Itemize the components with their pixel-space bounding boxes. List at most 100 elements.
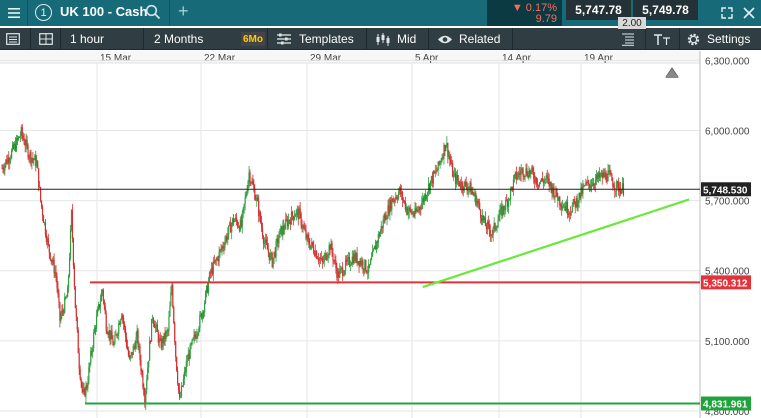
candle-body (571, 205, 573, 213)
candle-body (522, 168, 524, 177)
candle-body (15, 138, 18, 151)
x-tick-label: 5 Apr (415, 53, 439, 64)
candle-body (605, 172, 607, 181)
top-bar: 1 UK 100 - Cash + ▼ 0.17% 9.79 5,747.78 … (0, 0, 761, 29)
candle-body (177, 370, 179, 384)
candles-icon[interactable] (375, 28, 391, 50)
candle-body (205, 291, 207, 303)
candle-body (335, 260, 337, 269)
candle-body (57, 287, 59, 294)
candle-body (509, 188, 512, 200)
candle-body (547, 177, 549, 179)
candle-body (299, 208, 301, 214)
candle-body (362, 260, 364, 269)
plus-icon[interactable]: + (178, 1, 189, 22)
candle-body (610, 173, 612, 175)
candle-body (262, 236, 265, 244)
separator (143, 28, 144, 50)
candle-body (172, 285, 174, 307)
candle-body (139, 346, 141, 361)
candle-body (468, 186, 470, 189)
list-view-icon[interactable] (621, 28, 635, 50)
panel-icon[interactable] (6, 28, 20, 50)
candle-body (326, 257, 328, 260)
candle-body (407, 211, 409, 215)
candle-body (173, 306, 175, 324)
eye-icon[interactable] (437, 28, 453, 50)
templates-icon[interactable] (276, 28, 292, 50)
spread-badge: 2.00 (618, 17, 646, 29)
candle-body (4, 164, 6, 171)
gear-icon[interactable] (686, 28, 701, 50)
candle-body (168, 316, 170, 331)
candle-body (152, 318, 155, 324)
hamburger-icon[interactable] (0, 0, 28, 26)
candle-body (303, 225, 305, 229)
candle-body (69, 229, 72, 258)
close-icon[interactable] (740, 4, 758, 22)
candle-body (175, 341, 177, 357)
candle-body (100, 292, 102, 302)
candle-body (170, 292, 172, 306)
text-size-icon[interactable] (653, 28, 671, 50)
candle-body (103, 300, 105, 307)
candle-body (257, 197, 259, 201)
candle-body (236, 221, 239, 227)
candle-body (177, 383, 180, 390)
candle-body (67, 288, 69, 297)
candle-body (245, 194, 247, 198)
price-type-button[interactable]: Mid (397, 28, 416, 50)
candle-body (504, 209, 506, 211)
x-tick-label: 19 Apr (584, 53, 614, 64)
candle-body (421, 203, 423, 210)
candle-body (492, 227, 494, 236)
candle-body (440, 161, 442, 162)
candle-body (178, 389, 181, 398)
candle-body (241, 213, 243, 227)
layout-grid-icon[interactable] (39, 28, 53, 50)
instrument-name[interactable]: UK 100 - Cash (60, 4, 147, 19)
candle-body (156, 324, 158, 333)
related-button[interactable]: Related (459, 28, 500, 50)
candle-body (594, 179, 597, 186)
candle-body (182, 378, 185, 387)
candle-body (127, 349, 130, 356)
price-label: 4,831.961 (703, 400, 748, 411)
interval-selector[interactable]: 1 hour (70, 28, 104, 50)
templates-button[interactable]: Templates (299, 28, 354, 50)
candle-body (498, 216, 500, 221)
candle-body (126, 345, 129, 350)
info-icon[interactable]: 1 (35, 4, 52, 21)
candle-body (143, 387, 145, 395)
candle-body (78, 353, 80, 370)
candle-body (516, 176, 518, 180)
candle-body (185, 361, 187, 372)
candle-body (145, 389, 147, 404)
candle-body (372, 248, 375, 251)
candle-body (458, 181, 461, 186)
candle-body (122, 318, 125, 324)
candle-body (396, 197, 398, 199)
candle-body (550, 182, 552, 187)
candle-body (233, 220, 236, 223)
candle-body (90, 351, 92, 364)
price-chart[interactable]: 15 Mar 22 Mar 29 Mar 5 Apr 14 Apr 19 Apr 6,300… (0, 51, 761, 418)
y-tick-label: 6,300.000 (705, 56, 750, 67)
candle-body (9, 160, 11, 163)
candle-body (524, 175, 526, 177)
price-chart-svg[interactable]: 15 Mar 22 Mar 29 Mar 5 Apr 14 Apr 19 Apr 6,300… (0, 51, 761, 418)
range-badge[interactable]: 6Mo (241, 32, 265, 46)
search-icon[interactable] (145, 4, 161, 25)
candle-body (56, 275, 58, 288)
expand-icon[interactable] (718, 4, 736, 22)
settings-button[interactable]: Settings (707, 28, 750, 50)
candle-body (436, 170, 438, 172)
candle-body (403, 200, 406, 202)
candle-body (503, 205, 505, 210)
range-selector[interactable]: 2 Months (154, 28, 203, 50)
candle-body (508, 199, 510, 208)
candle-body (132, 346, 134, 356)
candle-body (146, 379, 148, 390)
candle-body (457, 180, 460, 182)
candle-body (183, 371, 185, 379)
